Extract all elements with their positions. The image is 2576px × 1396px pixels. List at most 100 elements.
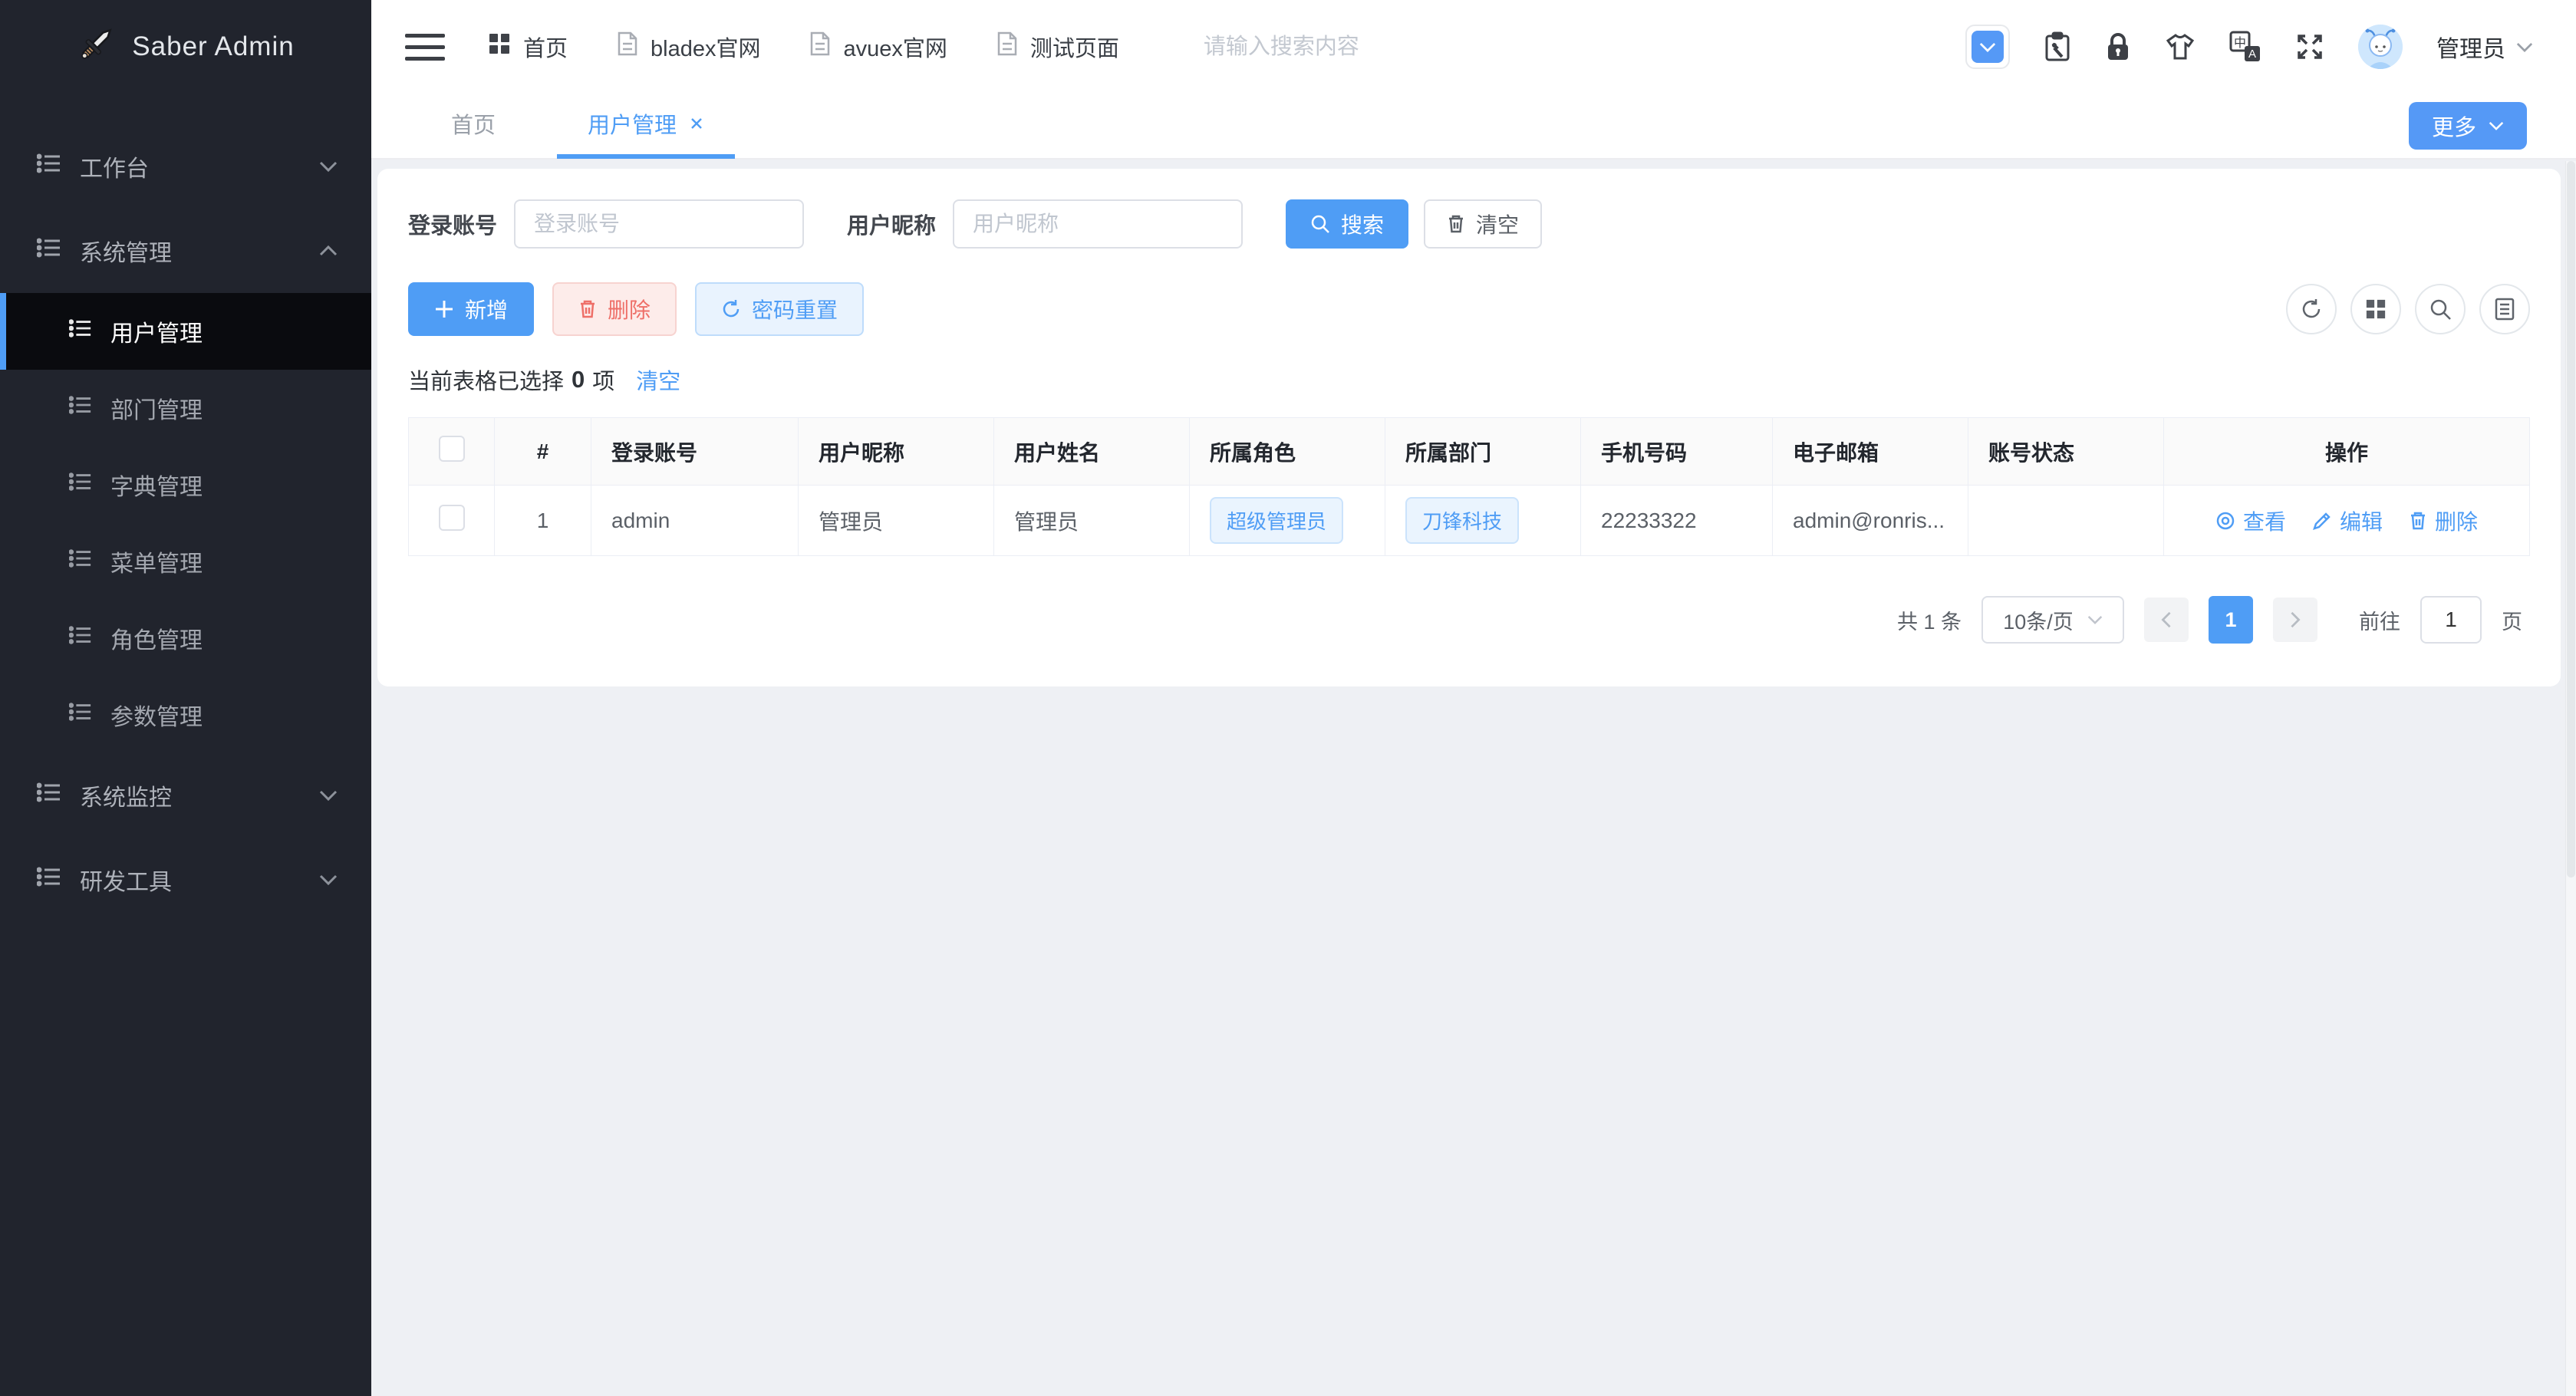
tab-home[interactable]: 首页 bbox=[420, 93, 526, 159]
prev-page-button[interactable] bbox=[2144, 598, 2189, 642]
topnav-home[interactable]: 首页 bbox=[488, 31, 568, 63]
delete-button[interactable]: 删除 bbox=[552, 282, 677, 336]
chevron-up-icon bbox=[319, 245, 338, 256]
sidebar-item-label: 系统监控 bbox=[80, 785, 172, 811]
view-label: 查看 bbox=[2242, 509, 2286, 534]
document-icon bbox=[996, 31, 1018, 62]
page-number-current[interactable]: 1 bbox=[2209, 596, 2253, 644]
document-icon bbox=[809, 31, 831, 62]
sidebar-item-label: 参数管理 bbox=[110, 705, 203, 730]
refresh-icon bbox=[2302, 299, 2321, 318]
topnav-avuex[interactable]: avuex官网 bbox=[809, 31, 947, 63]
sidebar-item-param-management[interactable]: 参数管理 bbox=[0, 677, 371, 753]
selection-count: 0 bbox=[572, 366, 585, 393]
more-tabs-button[interactable]: 更多 bbox=[2408, 102, 2527, 150]
column-header-actions: 操作 bbox=[2163, 417, 2530, 486]
tabbar: 首页 用户管理 更多 bbox=[371, 94, 2576, 160]
delete-row-button[interactable]: 删除 bbox=[2409, 505, 2478, 536]
plus-icon bbox=[436, 301, 453, 318]
language-translate-icon[interactable]: 中 A bbox=[2229, 31, 2261, 63]
sidebar-item-label: 工作台 bbox=[80, 156, 149, 182]
refresh-table-button[interactable] bbox=[2286, 284, 2337, 334]
sidebar-item-role-management[interactable]: 角色管理 bbox=[0, 600, 371, 677]
sidebar-item-user-management[interactable]: 用户管理 bbox=[0, 293, 371, 370]
top-menu-toggle-button[interactable] bbox=[1965, 25, 2010, 69]
content-area: 登录账号 用户昵称 搜索 清空 新增 bbox=[371, 160, 2576, 1396]
scrollbar-thumb[interactable] bbox=[2567, 161, 2575, 877]
view-row-button[interactable]: 查看 bbox=[2215, 505, 2286, 536]
debug-clipboard-icon[interactable] bbox=[2044, 31, 2071, 62]
search-button[interactable]: 搜索 bbox=[1286, 199, 1409, 249]
sidebar-item-menu-management[interactable]: 菜单管理 bbox=[0, 523, 371, 600]
page-size-select[interactable]: 10条/页 bbox=[1981, 596, 2124, 644]
sidebar-item-system[interactable]: 系统管理 bbox=[0, 209, 371, 293]
close-icon[interactable] bbox=[689, 116, 704, 131]
column-display-button[interactable] bbox=[2350, 284, 2401, 334]
filter-form: 登录账号 用户昵称 搜索 清空 bbox=[408, 199, 2530, 249]
row-checkbox[interactable] bbox=[438, 505, 465, 531]
nickname-input[interactable] bbox=[953, 199, 1244, 249]
search-icon bbox=[2430, 299, 2451, 320]
tab-user-management[interactable]: 用户管理 bbox=[557, 93, 736, 159]
chevron-down-icon bbox=[319, 874, 338, 885]
chevron-right-icon bbox=[2291, 611, 2301, 628]
add-button-label: 新增 bbox=[465, 298, 509, 322]
list-icon bbox=[36, 864, 61, 895]
select-all-checkbox[interactable] bbox=[438, 436, 465, 462]
chevron-down-icon bbox=[2087, 615, 2102, 624]
cell-email: admin@ronris... bbox=[1772, 485, 1968, 556]
chevron-down-icon bbox=[2489, 121, 2504, 130]
topnav-label: 首页 bbox=[523, 37, 568, 61]
sidebar-item-label: 用户管理 bbox=[110, 321, 203, 347]
edit-row-button[interactable]: 编辑 bbox=[2312, 505, 2383, 536]
topnav-label: avuex官网 bbox=[843, 37, 947, 61]
sidebar-item-dict-management[interactable]: 字典管理 bbox=[0, 446, 371, 523]
sidebar-item-devtools[interactable]: 研发工具 bbox=[0, 838, 371, 922]
column-header-index: # bbox=[494, 417, 591, 486]
add-button[interactable]: 新增 bbox=[408, 282, 535, 336]
user-avatar[interactable] bbox=[2358, 25, 2403, 69]
topnav-label: 测试页面 bbox=[1029, 37, 1119, 61]
topnav-testpage[interactable]: 测试页面 bbox=[996, 31, 1119, 63]
main-area: 首页 bladex官网 avuex官网 测试页面 请输入搜索内容 中 A 管理员… bbox=[371, 0, 2576, 1396]
next-page-button[interactable] bbox=[2273, 598, 2317, 642]
topbar-nav: 首页 bladex官网 avuex官网 测试页面 bbox=[488, 31, 1119, 63]
document-icon bbox=[617, 31, 638, 62]
hamburger-menu-icon[interactable] bbox=[405, 33, 445, 61]
sidebar-item-label: 角色管理 bbox=[110, 628, 203, 654]
list-icon bbox=[68, 624, 92, 653]
sidebar-item-dept-management[interactable]: 部门管理 bbox=[0, 370, 371, 446]
selection-info: 当前表格已选择 0 项 清空 bbox=[408, 364, 2530, 396]
user-management-card: 登录账号 用户昵称 搜索 清空 新增 bbox=[377, 169, 2561, 686]
topnav-bladex[interactable]: bladex官网 bbox=[617, 31, 760, 63]
chevron-down-icon bbox=[319, 790, 338, 801]
chevron-down-icon bbox=[319, 161, 338, 172]
fullscreen-icon[interactable] bbox=[2295, 32, 2324, 61]
global-search-input[interactable] bbox=[1203, 34, 1526, 60]
cell-name: 管理员 bbox=[993, 485, 1190, 556]
list-icon bbox=[36, 151, 61, 182]
account-input[interactable] bbox=[514, 199, 805, 249]
column-header-email: 电子邮箱 bbox=[1772, 417, 1968, 486]
svg-text:中: 中 bbox=[2234, 36, 2246, 50]
toggle-search-button[interactable] bbox=[2415, 284, 2466, 334]
scrollbar[interactable] bbox=[2565, 161, 2576, 1396]
theme-tshirt-icon[interactable] bbox=[2165, 33, 2196, 61]
goto-label: 前往 bbox=[2359, 610, 2400, 634]
user-menu[interactable]: 管理员 bbox=[2436, 30, 2533, 64]
goto-unit: 页 bbox=[2502, 610, 2522, 634]
sidebar-item-workbench[interactable]: 工作台 bbox=[0, 124, 371, 209]
reset-password-button[interactable]: 密码重置 bbox=[695, 282, 865, 336]
column-header-phone: 手机号码 bbox=[1580, 417, 1773, 486]
clear-filters-button[interactable]: 清空 bbox=[1424, 199, 1543, 249]
lock-icon[interactable] bbox=[2105, 31, 2131, 62]
clear-button-label: 清空 bbox=[1476, 213, 1520, 237]
column-header-name: 用户姓名 bbox=[993, 417, 1190, 486]
goto-page-input[interactable] bbox=[2420, 596, 2482, 644]
list-icon bbox=[68, 317, 92, 346]
sidebar-item-monitor[interactable]: 系统监控 bbox=[0, 753, 371, 838]
clear-selection-link[interactable]: 清空 bbox=[636, 364, 680, 396]
trash-icon bbox=[1449, 215, 1464, 233]
reset-password-label: 密码重置 bbox=[752, 298, 838, 322]
column-menu-button[interactable] bbox=[2479, 284, 2530, 334]
